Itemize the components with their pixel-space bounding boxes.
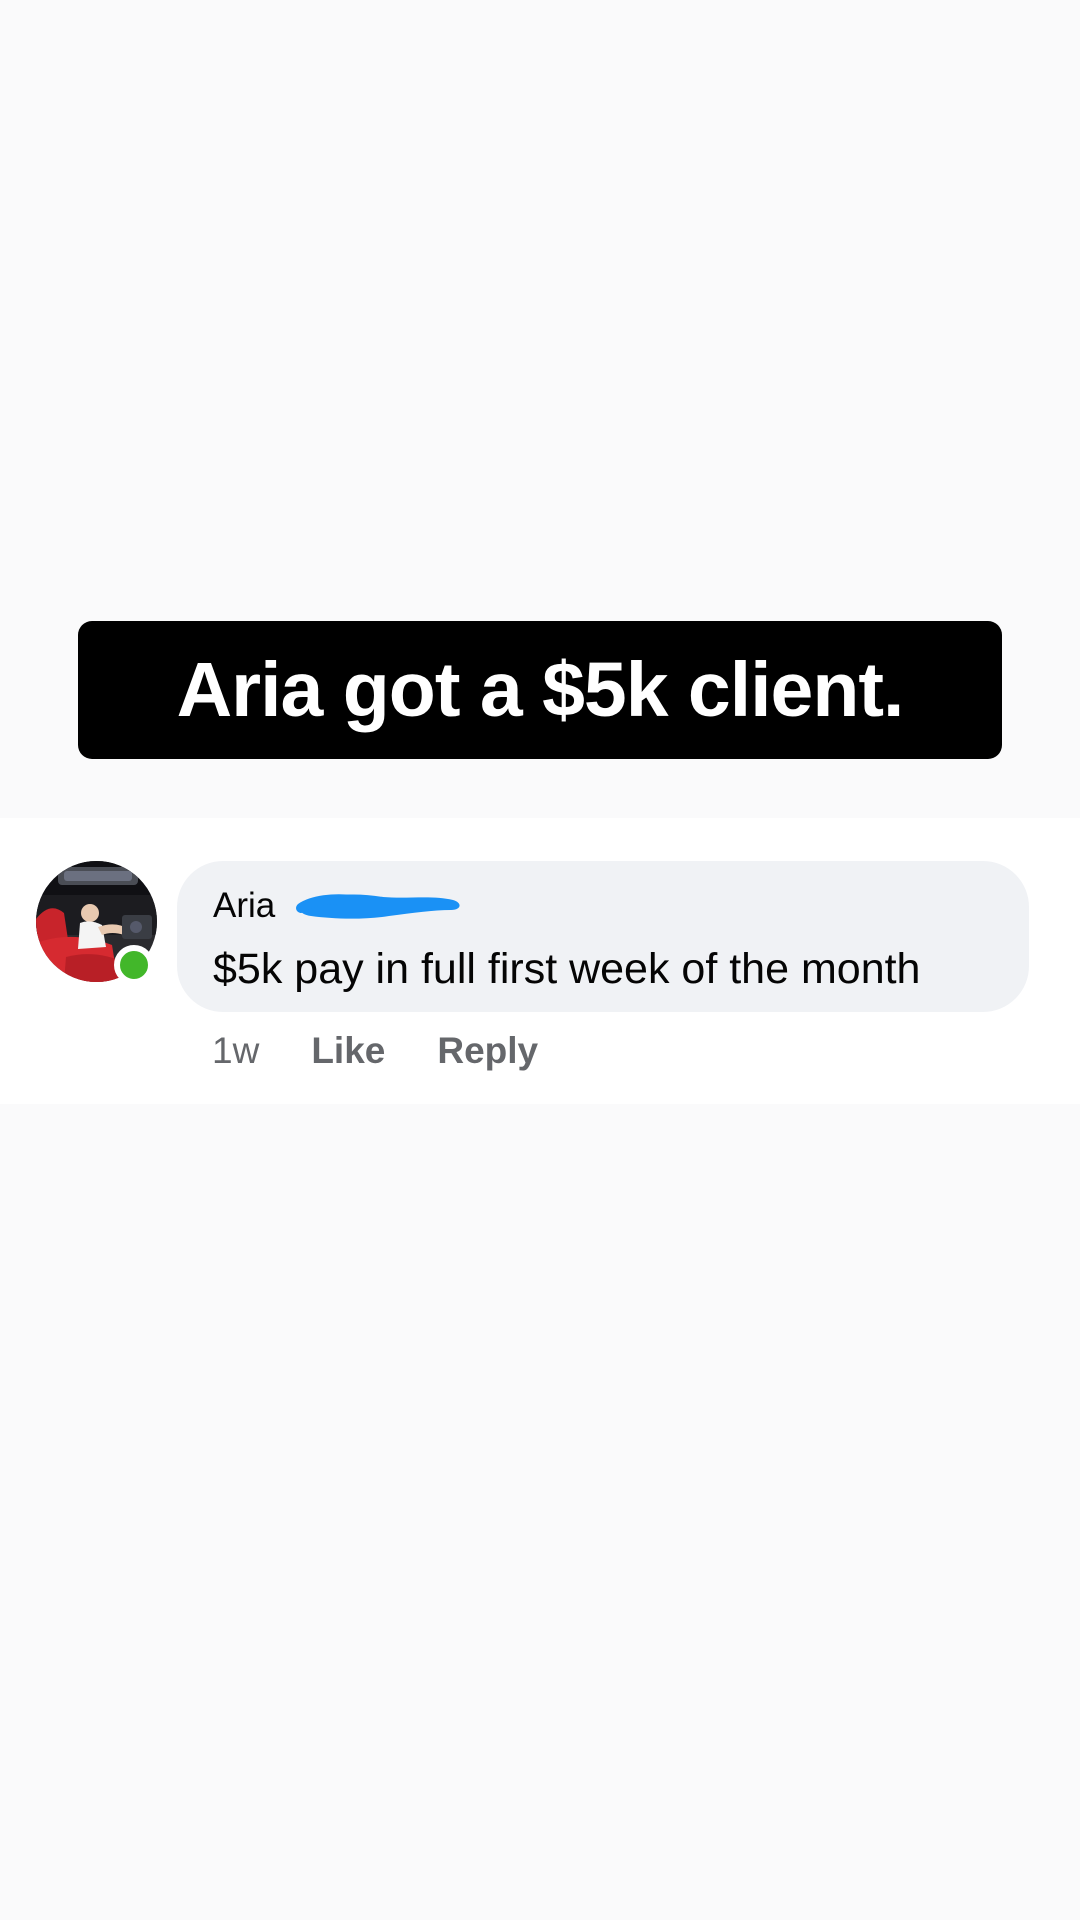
comment-author-name[interactable]: Aria — [213, 886, 275, 926]
online-status-indicator — [114, 945, 154, 985]
comment-timestamp[interactable]: 1w — [212, 1030, 259, 1072]
headline-text: Aria got a $5k client. — [176, 646, 905, 733]
comment-bubble: Aria $5k pay in full first week of the m… — [177, 861, 1029, 1012]
comment-actions: 1w Like Reply — [212, 1025, 590, 1077]
headline-banner: Aria got a $5k client. — [78, 621, 1002, 759]
redaction-scribble — [296, 894, 460, 919]
like-button[interactable]: Like — [311, 1030, 385, 1072]
comment-text: $5k pay in full first week of the month — [213, 945, 921, 993]
reply-button[interactable]: Reply — [437, 1030, 538, 1072]
